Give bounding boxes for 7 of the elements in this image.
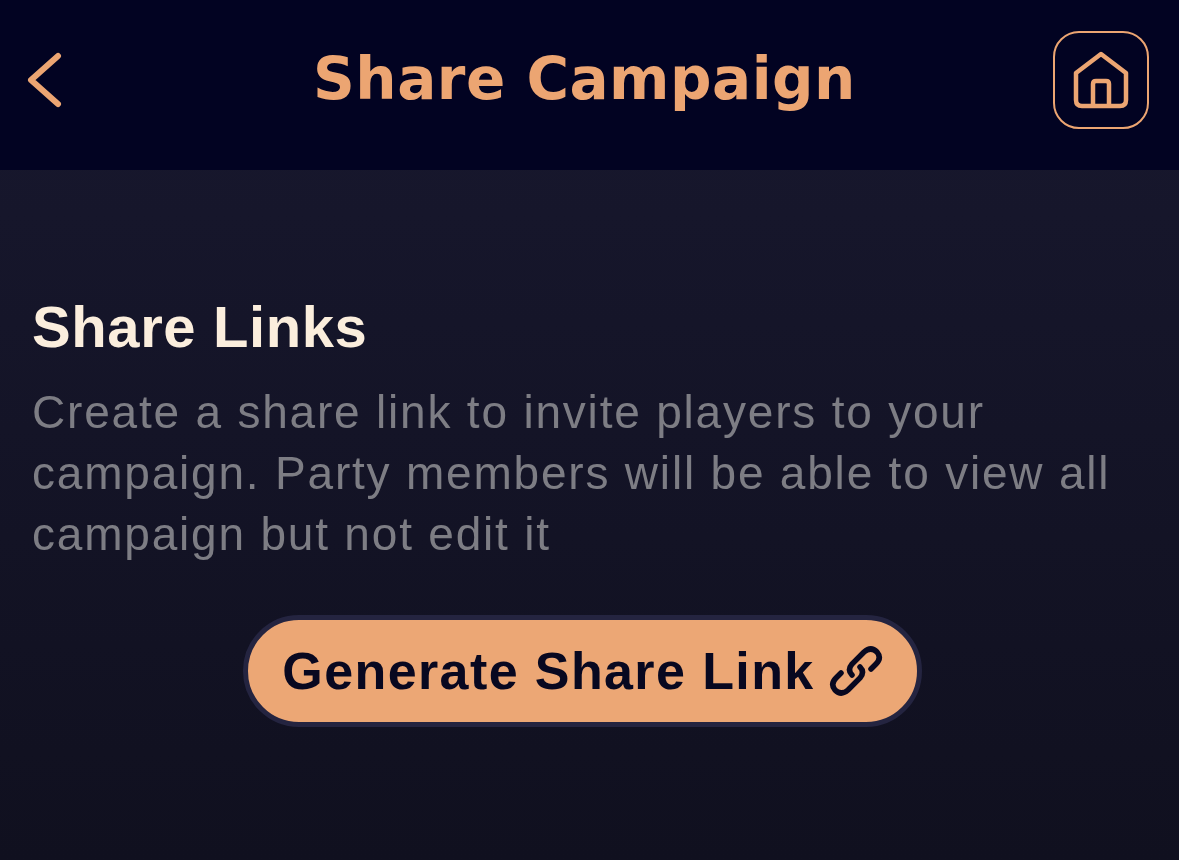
- home-icon: [1072, 51, 1130, 109]
- back-chevron-icon: [25, 52, 63, 108]
- section-description: Create a share link to invite players to your campaign. Party members will be able to view all campaign but not edit it: [32, 385, 1112, 562]
- generate-share-link-button[interactable]: Generate Share Link: [243, 615, 922, 727]
- home-button[interactable]: [1053, 31, 1149, 129]
- section-heading: Share Links: [32, 294, 368, 360]
- page-title: Share Campaign: [313, 45, 856, 113]
